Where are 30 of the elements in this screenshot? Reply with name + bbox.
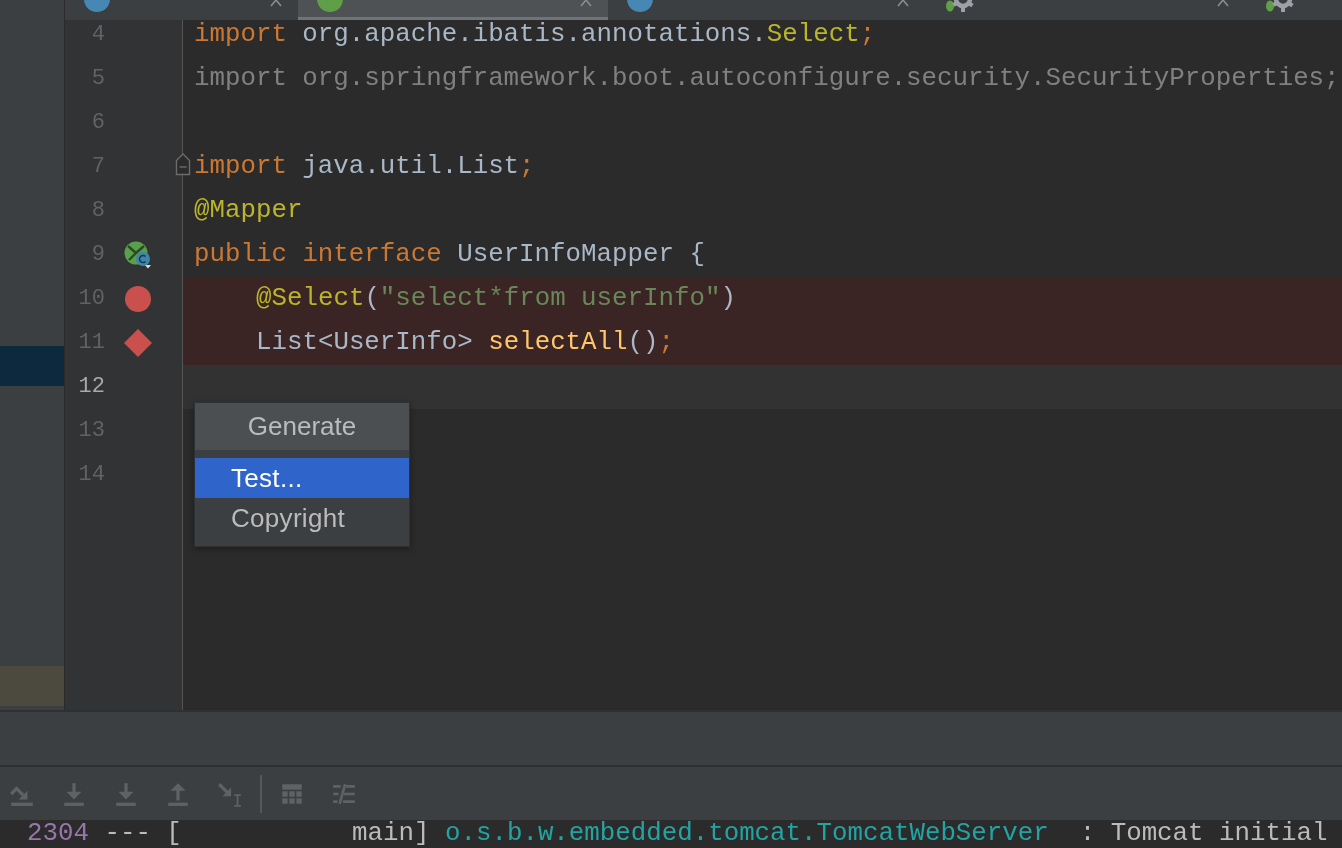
popup-title: Generate bbox=[195, 403, 409, 450]
close-icon[interactable] bbox=[1217, 0, 1229, 7]
diamond-breakpoint-icon[interactable] bbox=[124, 329, 152, 357]
close-icon[interactable] bbox=[270, 0, 282, 7]
file-icon bbox=[84, 0, 110, 12]
code-line: public interface UserInfoMapper { bbox=[194, 240, 705, 269]
editor-tab[interactable] bbox=[298, 0, 608, 20]
menu-item[interactable]: Test... bbox=[195, 458, 409, 498]
gear-icon bbox=[1264, 0, 1294, 13]
code-line: List<UserInfo> selectAll(); bbox=[256, 328, 674, 357]
console-line: 2304 --- [ main] o.s.b.w.embedded.tomcat.TomcatWebServer : Tomcat initial bbox=[27, 819, 1328, 848]
code-line: @Select("select*from userInfo") bbox=[256, 284, 736, 313]
gear-icon bbox=[944, 0, 974, 13]
line-number: 12 bbox=[78, 374, 105, 399]
file-icon bbox=[627, 0, 653, 12]
menu-item[interactable]: Copyright bbox=[195, 498, 409, 538]
code-line: @Mapper bbox=[194, 196, 303, 225]
arrow-cursor-icon bbox=[217, 780, 243, 807]
fold-marker-icon[interactable] bbox=[175, 152, 191, 176]
breakpoint-icon[interactable] bbox=[125, 286, 151, 312]
down-arrow-icon bbox=[61, 780, 87, 807]
file-icon bbox=[317, 0, 343, 12]
close-icon[interactable] bbox=[897, 0, 909, 7]
close-icon[interactable] bbox=[580, 0, 592, 7]
code-line: import org.apache.ibatis.annotations.Select; bbox=[194, 20, 876, 49]
implementation-marker-icon[interactable] bbox=[124, 241, 152, 269]
code-line: import org.springframework.boot.autoconfigure.security.SecurityProperties; bbox=[194, 64, 1340, 93]
colored-tree-row[interactable] bbox=[0, 666, 64, 706]
code-line: import java.util.List; bbox=[194, 152, 535, 181]
down-arrow-icon bbox=[113, 780, 139, 807]
